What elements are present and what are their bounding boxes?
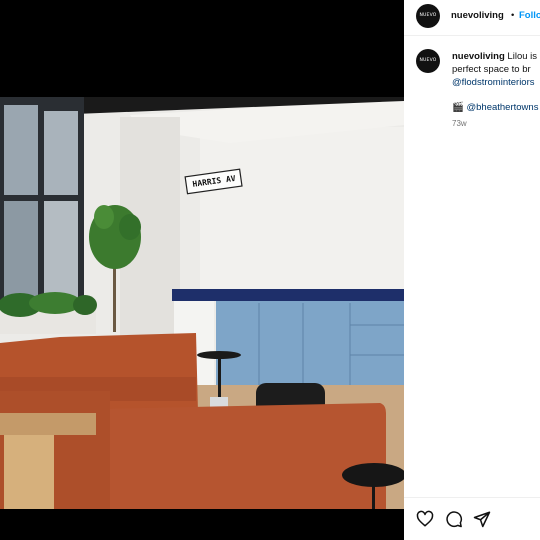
caption-line-1: nuevoliving Lilou is [452,50,537,64]
heart-icon[interactable] [416,510,434,528]
post-photo: HARRIS AV [0,97,404,509]
caption-avatar[interactable]: NUEVO [416,49,440,73]
caption-text: Lilou is [504,51,538,62]
clapper-board-icon: 🎬 [452,102,464,113]
action-bar [404,497,540,540]
caption-username-link[interactable]: nuevoliving [452,51,505,62]
post-media[interactable]: HARRIS AV [0,0,404,540]
separator-dot: • [511,10,515,21]
post-age[interactable]: 73w [452,119,467,128]
credit-line: 🎬 @bheathertowns [452,102,538,113]
credit-mention-link[interactable]: @bheathertowns [466,102,538,113]
follow-button[interactable]: Follo [519,10,540,21]
post-header: NUEVO nuevoliving • Follo [404,0,540,36]
comment-icon[interactable] [445,510,463,528]
caption-mention-link[interactable]: @flodstrominteriors [452,76,535,90]
caption-line-2: perfect space to br [452,64,531,75]
share-icon[interactable] [473,510,491,528]
post-side-panel: NUEVO nuevoliving • Follo NUEVO nuevoliv… [404,0,540,540]
username-link[interactable]: nuevoliving [451,10,504,21]
avatar[interactable]: NUEVO [416,4,440,28]
